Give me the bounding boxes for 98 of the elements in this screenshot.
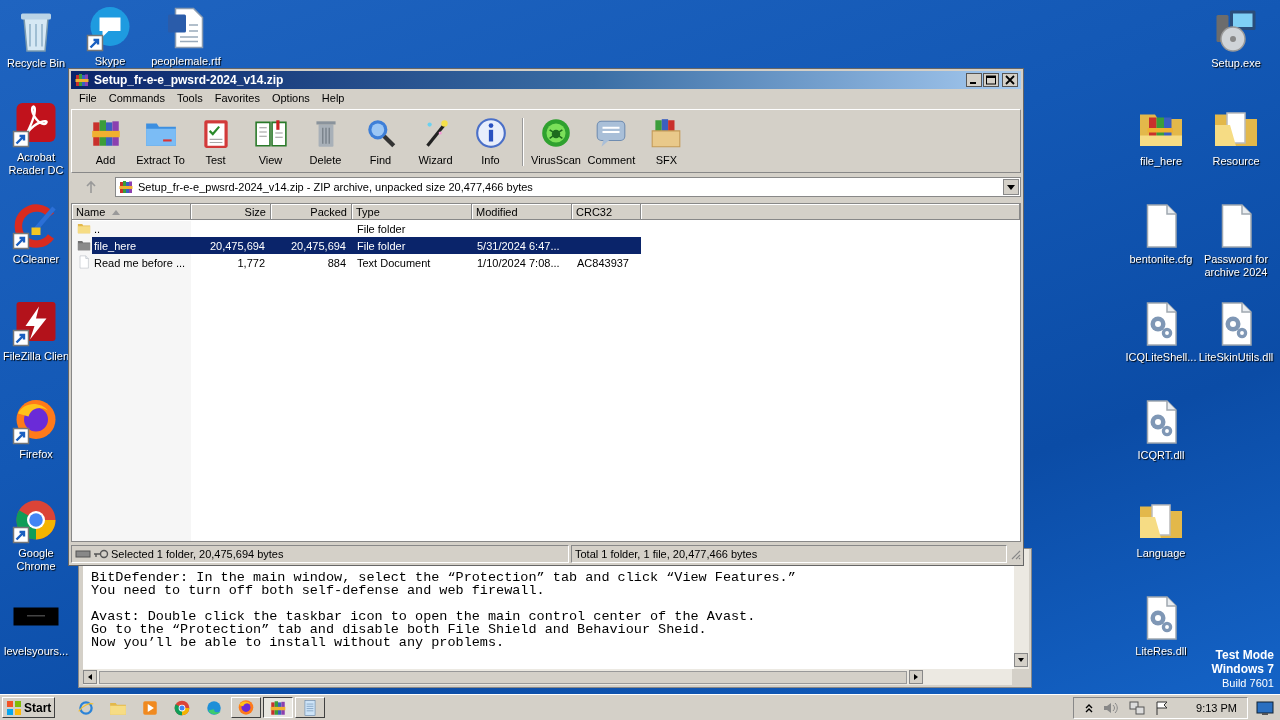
text-line: Avast: Double click the taskbar icon to open the main control center of the Avast.: [91, 610, 757, 623]
toolbar-button[interactable]: SFX: [638, 116, 694, 166]
status-text: Selected 1 folder, 20,475,694 bytes: [111, 548, 284, 560]
menu-item[interactable]: File: [73, 91, 103, 105]
menu-item[interactable]: Options: [265, 91, 316, 105]
desktop-icon-label[interactable]: file_here: [1139, 155, 1183, 168]
toolbar-button[interactable]: Test: [188, 116, 243, 166]
resize-grip-icon[interactable]: [1009, 548, 1021, 560]
desktop-icon-label[interactable]: FileZilla Clien: [3, 350, 69, 363]
column-header[interactable]: Size: [191, 204, 271, 220]
table-cell-text: ..: [93, 222, 102, 235]
scroll-down-icon[interactable]: [1014, 653, 1028, 667]
toolbar-button[interactable]: Comment: [583, 116, 639, 166]
desktop-icon-label[interactable]: Resource: [1212, 155, 1260, 168]
table-cell-text: 1/10/2024 7:08...: [476, 256, 561, 269]
table-cell-text: 884: [326, 256, 347, 269]
desktop-icon-label[interactable]: Setup.exe: [1211, 57, 1261, 70]
table-cell-text: AC843937: [576, 256, 630, 269]
file-icon: [77, 255, 91, 269]
table-cell-text: 5/31/2024 6:47...: [476, 239, 561, 252]
column-header[interactable]: CRC32: [572, 204, 641, 220]
horizontal-scrollbar[interactable]: [83, 669, 1012, 685]
column-header[interactable]: Modified: [472, 204, 572, 220]
desktop-icon-label[interactable]: peoplemale.rtf: [151, 55, 221, 68]
table-cell-text: Text Document: [356, 256, 432, 269]
window-title: Setup_fr-e-e_pwsrd-2024_v14.zip: [94, 73, 284, 87]
windows-logo-icon: [6, 699, 22, 716]
table-cell-text: file_here: [93, 239, 138, 252]
file-row[interactable]: file_here 20,475,694 20,475,694 File folder 5/31/2024 6:47...: [92, 237, 641, 254]
desktop-icon-label[interactable]: Acrobat Reader DC: [4, 151, 68, 177]
minimize-button[interactable]: [966, 73, 982, 87]
table-cell-text: File folder: [356, 239, 407, 252]
drive-icon: [75, 549, 91, 559]
dropdown-icon[interactable]: [1003, 179, 1019, 195]
table-cell-text: 20,475,694: [208, 239, 266, 252]
maximize-button[interactable]: [983, 73, 999, 87]
file-row[interactable]: .. File folder: [92, 220, 641, 237]
column-header[interactable]: Name: [72, 204, 191, 220]
menu-item[interactable]: Commands: [102, 91, 171, 105]
toolbar-button[interactable]: Extract To: [133, 116, 188, 166]
toolbar-button[interactable]: Delete: [298, 116, 353, 166]
show-desktop-icon[interactable]: [1256, 699, 1274, 716]
key-icon: [93, 549, 109, 559]
system-notice-text: Test Mode: [1215, 648, 1274, 662]
desktop-icon-label[interactable]: LiteRes.dll: [1135, 645, 1187, 658]
scroll-left-icon[interactable]: [83, 670, 97, 684]
text-line: You need to turn off both self-defense and web firewall.: [91, 584, 546, 597]
folder-icon: [77, 221, 91, 235]
desktop-icon-label[interactable]: Skype: [94, 55, 126, 68]
menu-item[interactable]: Tools: [171, 91, 209, 105]
desktop-icon-label[interactable]: CCleaner: [12, 253, 60, 266]
close-button[interactable]: [1002, 73, 1018, 87]
toolbar-button[interactable]: Info: [463, 116, 518, 166]
toolbar-button[interactable]: View: [243, 116, 298, 166]
scroll-thumb[interactable]: [99, 670, 907, 684]
vertical-scrollbar[interactable]: [1014, 549, 1029, 669]
taskbar-button[interactable]: [263, 697, 294, 718]
browser-icon[interactable]: [173, 698, 192, 717]
file-row[interactable]: Read me before ... 1,772 884 Text Document 1/10/2024 7:08... AC843937: [92, 254, 641, 271]
table-cell-text: 20,475,694: [289, 239, 347, 252]
app-icon: [74, 72, 90, 88]
browser-icon[interactable]: [237, 698, 256, 717]
table-cell-text: File folder: [356, 222, 407, 235]
address-field[interactable]: Setup_fr-e-e_pwsrd-2024_v14.zip - ZIP archive, unpacked size 20,477,466 bytes: [115, 177, 1021, 197]
text-line: Go to the “Protection” tab and disable both File Shield and Behaviour Sheid.: [91, 623, 708, 636]
system-notice-text: Build 7601: [1222, 676, 1274, 690]
table-cell-text: 1,772: [236, 256, 266, 269]
clock[interactable]: 9:13 PM: [1196, 701, 1237, 714]
desktop-icon-label[interactable]: levelsyours...: [4, 645, 68, 658]
column-header[interactable]: Type: [352, 204, 472, 220]
desktop-icon-label[interactable]: LiteSkinUtils.dll: [1198, 351, 1274, 364]
desktop-icon-label[interactable]: Google Chrome: [4, 547, 68, 573]
desktop-icon-label[interactable]: bentonite.cfg: [1129, 253, 1193, 266]
desktop-icon-label[interactable]: ICQLiteShell...: [1125, 351, 1197, 364]
scroll-right-icon[interactable]: [909, 670, 923, 684]
archive-icon: [118, 179, 134, 195]
start-button[interactable]: Start: [2, 697, 56, 718]
toolbar-button[interactable]: VirusScan: [528, 116, 584, 166]
status-text: Total 1 folder, 1 file, 20,477,466 bytes: [575, 548, 758, 560]
books-icon[interactable]: [269, 698, 288, 717]
table-cell-text: Read me before ...: [93, 256, 187, 269]
desktop-icon-label[interactable]: Password for archive 2024: [1193, 253, 1279, 279]
folder-icon: [77, 238, 91, 252]
desktop-icon-label[interactable]: ICQRT.dll: [1137, 449, 1185, 462]
menu-item[interactable]: Favorites: [208, 91, 266, 105]
menu-item[interactable]: Help: [315, 91, 351, 105]
toolbar-button[interactable]: Find: [353, 116, 408, 166]
desktop-icon-label[interactable]: Language: [1136, 547, 1186, 560]
desktop-icon-label[interactable]: Recycle Bin: [6, 57, 66, 70]
desktop-icon-label[interactable]: Firefox: [19, 448, 53, 461]
info-icon: [473, 116, 508, 150]
network-icon[interactable]: [1128, 699, 1147, 716]
text-line: Now you’ll be able to install without any problems.: [91, 636, 506, 649]
column-header[interactable]: Packed: [271, 204, 352, 220]
toolbar-button[interactable]: Wizard: [408, 116, 463, 166]
system-notice-text: Windows 7: [1211, 662, 1274, 676]
toolbar-button[interactable]: Add: [78, 116, 133, 166]
text-line: BitDefender: In the main window, select the “Protection” tab and click “View Features.”: [91, 571, 797, 584]
